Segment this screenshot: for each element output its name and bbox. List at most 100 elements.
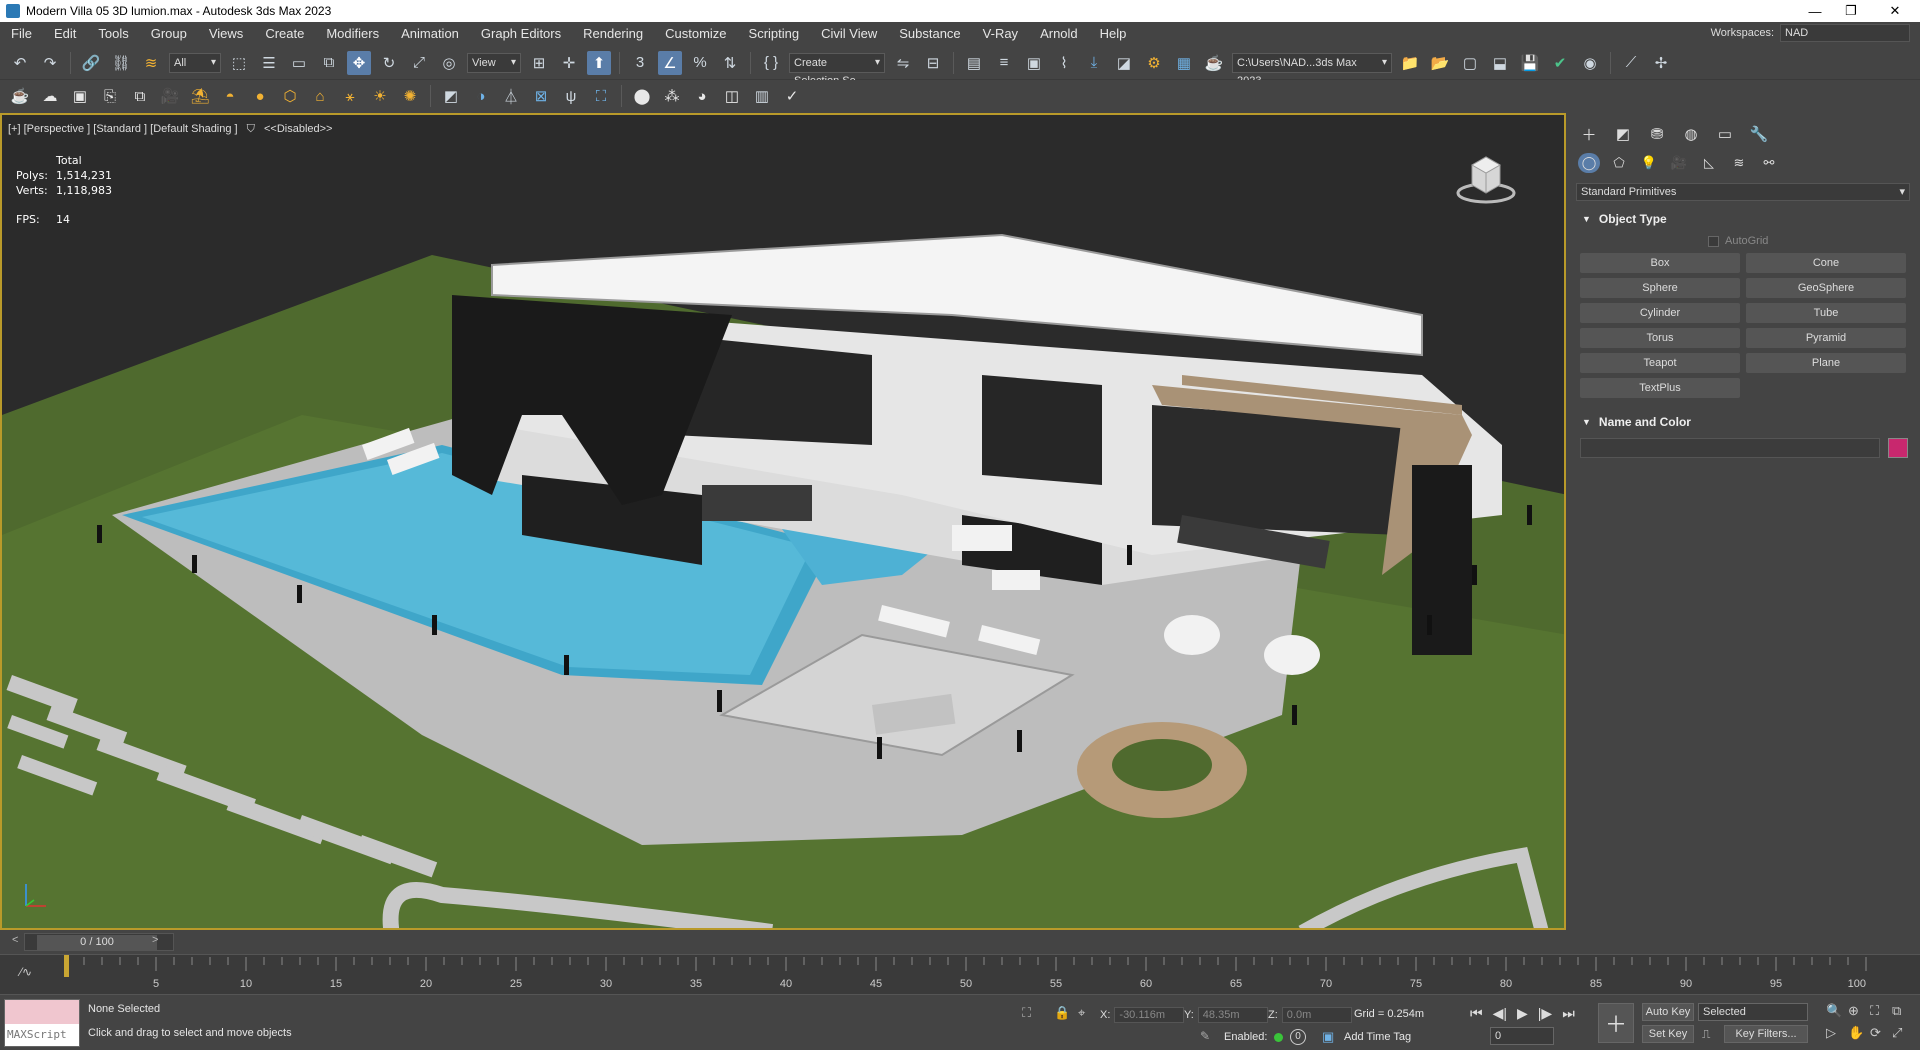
current-frame-field[interactable]: 0 — [1490, 1027, 1554, 1045]
x-field[interactable]: -30.116m — [1114, 1007, 1185, 1023]
camera-icon[interactable]: 🎥 — [158, 84, 182, 108]
track-bar[interactable]: ⁄∿ 5 10 15 20 25 30 35 40 45 50 55 60 65 70 75 80 85 90 95… — [0, 954, 1920, 994]
ribbon-icon[interactable]: ▣ — [1022, 51, 1046, 75]
mesh-light-icon[interactable]: ⬡ — [278, 84, 302, 108]
vray-proxy-icon[interactable]: ⊠ — [529, 84, 553, 108]
select-manipulate-icon[interactable]: ✛ — [557, 51, 581, 75]
maximize-viewport-icon[interactable]: ⤢ — [1892, 1025, 1902, 1041]
restore-icon[interactable]: ❐ — [1828, 0, 1874, 22]
select-rotate-icon[interactable]: ↻ — [377, 51, 401, 75]
menu-rendering[interactable]: Rendering — [572, 22, 654, 46]
cone-button[interactable]: Cone — [1746, 253, 1906, 273]
ambient-light-icon[interactable]: ⚹ — [338, 84, 362, 108]
menu-customize[interactable]: Customize — [654, 22, 737, 46]
viewport-label[interactable]: [+] [Perspective ] [Standard ] [Default … — [8, 123, 332, 136]
open-project-icon[interactable]: 📂 — [1428, 51, 1452, 75]
shapes-icon[interactable]: ⬠ — [1608, 153, 1630, 173]
object-name-input[interactable] — [1580, 438, 1880, 458]
helpers-icon[interactable]: ◺ — [1698, 153, 1720, 173]
enabled-value[interactable]: 0 — [1290, 1029, 1306, 1045]
material-slot-icon[interactable]: ◕ — [690, 84, 714, 108]
edit-named-selection-icon[interactable]: { } — [759, 51, 783, 75]
box-button[interactable]: Box — [1580, 253, 1740, 273]
key-mode-dropdown[interactable]: Selected — [1698, 1003, 1808, 1021]
teapot-icon[interactable]: ☕ — [8, 84, 32, 108]
textplus-button[interactable]: TextPlus — [1580, 378, 1740, 398]
name-color-rollout[interactable]: ▼ Name and Color — [1576, 412, 1912, 432]
display-tab-icon[interactable]: ▭ — [1714, 123, 1736, 145]
lock-selection-icon[interactable]: 🔒 — [1054, 1005, 1070, 1021]
vray-fur-icon[interactable]: ψ — [559, 84, 583, 108]
menu-civil-view[interactable]: Civil View — [810, 22, 888, 46]
current-frame-marker[interactable] — [64, 955, 69, 977]
sphere-button[interactable]: Sphere — [1580, 278, 1740, 298]
schematic-view-icon[interactable]: ⤓ — [1082, 51, 1106, 75]
check-icon[interactable]: ✔ — [1548, 51, 1572, 75]
copy-icon[interactable]: ⎘ — [98, 84, 122, 108]
align-icon[interactable]: ⊟ — [921, 51, 945, 75]
bind-space-warp-icon[interactable]: ≋ — [139, 51, 163, 75]
angle-snap-icon[interactable]: ∠ — [658, 50, 682, 75]
field-of-view-icon[interactable]: ▷ — [1826, 1025, 1836, 1041]
add-time-tag[interactable]: Add Time Tag — [1344, 1031, 1411, 1043]
material-library-icon[interactable]: ⁂ — [660, 84, 684, 108]
utilities-tab-icon[interactable]: 🔧 — [1748, 123, 1770, 145]
set-key-button[interactable]: Set Key — [1642, 1025, 1694, 1043]
filter-icon[interactable]: ⛉ — [247, 123, 255, 135]
curve-editor-icon[interactable]: ⌇ — [1052, 51, 1076, 75]
pan-view-icon[interactable]: ✋ — [1848, 1025, 1864, 1041]
select-by-name-icon[interactable]: ☰ — [257, 51, 281, 75]
menu-modifiers[interactable]: Modifiers — [315, 22, 390, 46]
primitive-category-dropdown[interactable]: Standard Primitives — [1576, 183, 1910, 201]
viewport-disabled-label[interactable]: <<Disabled>> — [264, 123, 333, 135]
systems-icon[interactable]: ⚯ — [1758, 153, 1780, 173]
menu-group[interactable]: Group — [140, 22, 198, 46]
autogrid-checkbox[interactable] — [1708, 235, 1719, 247]
dome-light-icon[interactable]: ◓ — [218, 84, 242, 108]
menu-substance[interactable]: Substance — [888, 22, 971, 46]
maxscript-output[interactable] — [5, 1000, 79, 1024]
vray-decal-icon[interactable]: ⛶ — [589, 84, 613, 108]
redo-icon[interactable]: ↷ — [38, 51, 62, 75]
project-folder-icon[interactable]: 📁 — [1398, 51, 1422, 75]
light-omni-icon[interactable]: ⛱ — [188, 84, 212, 108]
select-move-icon[interactable]: ✥ — [347, 50, 371, 75]
snaps-toggle-icon[interactable]: 3 — [628, 51, 652, 75]
teapot-button[interactable]: Teapot — [1580, 353, 1740, 373]
viewport-menu-label[interactable]: [+] [Perspective ] [Standard ] [Default … — [8, 123, 238, 135]
mini-curve-editor-icon[interactable]: ⁄∿ — [20, 965, 32, 979]
vray-plane-icon[interactable]: ⏃ — [499, 84, 523, 108]
autogrid-option[interactable]: AutoGrid — [1708, 235, 1920, 247]
close-icon[interactable]: ✕ — [1872, 0, 1918, 22]
window-crossing-icon[interactable]: ⧉ — [317, 51, 341, 75]
selection-filter-dropdown[interactable]: All — [169, 52, 221, 73]
render-setup-icon[interactable]: ⚙ — [1142, 51, 1166, 75]
menu-animation[interactable]: Animation — [390, 22, 470, 46]
auto-key-button[interactable]: Auto Key — [1642, 1003, 1694, 1021]
select-scale-icon[interactable]: ⤢ — [407, 51, 431, 75]
z-field[interactable]: 0.0m — [1281, 1007, 1352, 1023]
torus-button[interactable]: Torus — [1580, 328, 1740, 348]
time-slider-thumb[interactable]: 0 / 100 — [37, 935, 157, 950]
menu-tools[interactable]: Tools — [87, 22, 139, 46]
next-frame-icon[interactable]: > — [152, 934, 158, 946]
mirror-icon[interactable]: ⇋ — [891, 51, 915, 75]
layer-explorer-icon[interactable]: ≡ — [992, 51, 1016, 75]
select-object-icon[interactable]: ⬚ — [227, 51, 251, 75]
zoom-extents-all-icon[interactable]: ⧉ — [1892, 1003, 1901, 1019]
prev-frame-icon[interactable]: < — [12, 934, 18, 946]
select-place-icon[interactable]: ◎ — [437, 51, 461, 75]
lights-icon[interactable]: 💡 — [1638, 153, 1660, 173]
spinner-snap-icon[interactable]: ⇅ — [718, 51, 742, 75]
menu-graph-editors[interactable]: Graph Editors — [470, 22, 572, 46]
hierarchy-tab-icon[interactable]: ⛃ — [1646, 123, 1668, 145]
menu-views[interactable]: Views — [198, 22, 254, 46]
menu-arnold[interactable]: Arnold — [1029, 22, 1089, 46]
adaptive-degradation-icon[interactable]: ✎ — [1200, 1029, 1210, 1043]
menu-create[interactable]: Create — [254, 22, 315, 46]
material-override-icon[interactable]: ◫ — [720, 84, 744, 108]
cylinder-button[interactable]: Cylinder — [1580, 303, 1740, 323]
tool-icon[interactable]: ◉ — [1578, 51, 1602, 75]
pivot-center-icon[interactable]: ⊞ — [527, 51, 551, 75]
play-icon[interactable]: ▶ — [1517, 1005, 1528, 1022]
